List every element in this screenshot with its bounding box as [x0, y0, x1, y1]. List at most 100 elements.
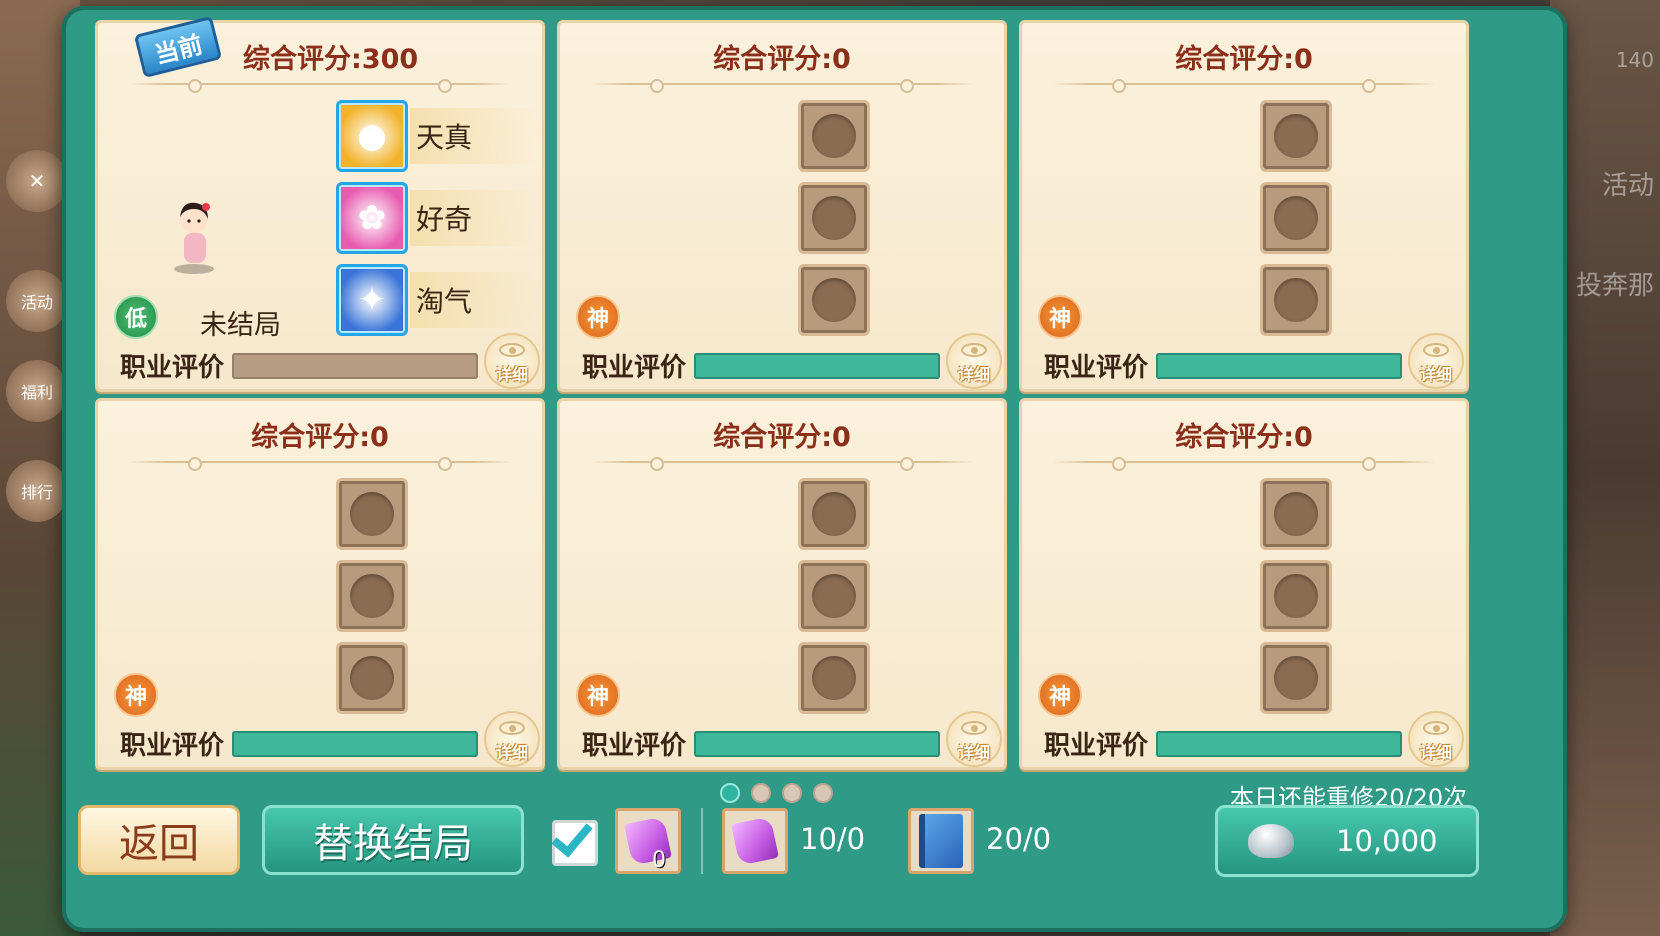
career-eval-bar: [694, 352, 940, 379]
empty-trait-slot[interactable]: [1260, 478, 1332, 550]
grade-badge: 神: [576, 673, 620, 717]
career-eval-label: 职业评价: [1044, 353, 1149, 383]
empty-trait-slot[interactable]: [1260, 642, 1332, 714]
ending-card: 综合评分:0 神 职业评价 详细: [95, 398, 545, 770]
grade-badge: 神: [1038, 673, 1082, 717]
grade-badge: 低: [114, 295, 158, 339]
close-x-icon: ✕: [6, 150, 68, 212]
career-eval-label: 职业评价: [582, 731, 687, 761]
empty-trait-slot[interactable]: [1260, 560, 1332, 632]
empty-trait-slot[interactable]: [798, 478, 870, 550]
detail-button[interactable]: 详细: [484, 333, 540, 389]
empty-trait-slot[interactable]: [336, 478, 408, 550]
ending-status: 未结局: [200, 310, 281, 341]
detail-button[interactable]: 详细: [484, 711, 540, 767]
replace-ending-button[interactable]: 替换结局: [262, 805, 524, 875]
bg-activity-icon: 活动: [6, 270, 68, 332]
detail-label: 详细: [957, 743, 990, 762]
detail-button[interactable]: 详细: [946, 711, 1002, 767]
grade-badge: 神: [114, 673, 158, 717]
empty-slot-circle-icon: [350, 574, 394, 618]
empty-slot-circle-icon: [350, 656, 394, 700]
trait-row[interactable]: ✿ 好奇: [336, 182, 535, 254]
eye-icon: [961, 721, 987, 735]
use-item-checkbox[interactable]: [551, 814, 598, 866]
ornament-divider: [590, 79, 974, 93]
silver-cost-button[interactable]: 10,000: [1215, 805, 1479, 877]
trait-row[interactable]: ● 天真: [336, 100, 535, 172]
ending-card-grid: 当前 综合评分:300 ● 天真 ✿ 好奇 ✦ 淘气 未结局 低 职业评价 详细 综…: [95, 15, 1469, 770]
grade-badge: 神: [576, 295, 620, 339]
empty-trait-slot[interactable]: [1260, 264, 1332, 336]
detail-label: 详细: [495, 365, 528, 384]
detail-button[interactable]: 详细: [1408, 333, 1464, 389]
back-button[interactable]: 返回: [78, 805, 240, 875]
career-eval-row: 职业评价: [1044, 347, 1402, 384]
career-eval-row: 职业评价: [582, 347, 940, 384]
trait-slot-column: ● 天真 ✿ 好奇 ✦ 淘气: [336, 100, 535, 336]
empty-slot-circle-icon: [812, 114, 856, 158]
empty-trait-slot[interactable]: [798, 182, 870, 254]
empty-trait-slot[interactable]: [798, 642, 870, 714]
ornament-divider: [128, 457, 512, 471]
empty-slot-circle-icon: [812, 492, 856, 536]
page-dot[interactable]: [782, 783, 802, 803]
current-badge: 当前: [133, 15, 223, 79]
empty-trait-slot[interactable]: [1260, 182, 1332, 254]
empty-trait-slot[interactable]: [1260, 100, 1332, 172]
card-score-title: 综合评分:0: [713, 44, 851, 75]
career-eval-bar: [232, 730, 478, 757]
grade-badge: 神: [1038, 295, 1082, 339]
detail-label: 详细: [957, 365, 990, 384]
eye-icon: [499, 343, 525, 357]
empty-trait-slot[interactable]: [798, 100, 870, 172]
eye-icon: [1423, 721, 1449, 735]
empty-slot-circle-icon: [1274, 656, 1318, 700]
eye-icon: [1423, 343, 1449, 357]
career-eval-bar: [232, 352, 478, 379]
book-icon: [919, 814, 963, 868]
detail-button[interactable]: 详细: [946, 333, 1002, 389]
card-score-title: 综合评分:0: [1175, 422, 1313, 453]
career-eval-bar: [694, 730, 940, 757]
detail-label: 详细: [1419, 365, 1452, 384]
career-eval-row: 职业评价: [120, 725, 478, 762]
career-eval-label: 职业评价: [1044, 731, 1149, 761]
empty-slot-circle-icon: [812, 278, 856, 322]
detail-button[interactable]: 详细: [1408, 711, 1464, 767]
bg-welfare-icon: 福利: [6, 360, 68, 422]
ending-card: 综合评分:0 神 职业评价 详细: [557, 20, 1007, 392]
purple-scroll-icon: [731, 816, 779, 866]
trait-label: 淘气: [410, 272, 535, 328]
lollipop-icon: ✿: [336, 182, 408, 254]
item-divider: [701, 808, 703, 874]
career-eval-bar: [1156, 730, 1402, 757]
detail-label: 详细: [495, 743, 528, 762]
empty-trait-slot[interactable]: [798, 264, 870, 336]
empty-slot-circle-icon: [1274, 114, 1318, 158]
scroll-count: 10/0: [800, 822, 866, 856]
checkmark-icon: [551, 814, 593, 858]
book-item-slot[interactable]: [908, 808, 974, 874]
page-dot[interactable]: [751, 783, 771, 803]
page-dot[interactable]: [813, 783, 833, 803]
trait-row[interactable]: ✦ 淘气: [336, 264, 535, 336]
card-score-title: 综合评分:0: [251, 422, 389, 453]
trait-slot-column: [336, 478, 408, 714]
empty-trait-slot[interactable]: [336, 642, 408, 714]
scroll-item-slot[interactable]: [615, 808, 681, 874]
career-eval-label: 职业评价: [120, 731, 225, 761]
empty-trait-slot[interactable]: [336, 560, 408, 632]
ornament-divider: [1052, 79, 1436, 93]
scroll-item-slot-2[interactable]: [722, 808, 788, 874]
empty-slot-circle-icon: [1274, 196, 1318, 240]
empty-trait-slot[interactable]: [798, 560, 870, 632]
bg-level-text: 140: [1615, 48, 1654, 72]
kite-icon: ✦: [336, 264, 408, 336]
trait-label: 好奇: [410, 190, 535, 246]
page-dot[interactable]: [720, 783, 740, 803]
ending-card: 当前 综合评分:300 ● 天真 ✿ 好奇 ✦ 淘气 未结局 低 职业评价 详细: [95, 15, 545, 392]
career-eval-row: 职业评价: [582, 725, 940, 762]
ending-card: 综合评分:0 神 职业评价 详细: [1019, 398, 1469, 770]
ornament-divider: [590, 457, 974, 471]
